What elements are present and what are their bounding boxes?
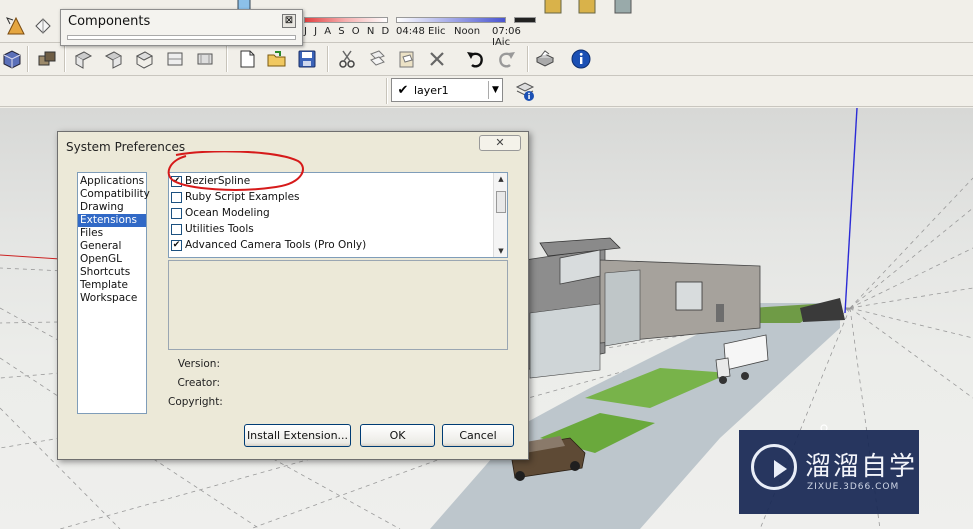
close-icon[interactable]: ⊠ bbox=[282, 14, 296, 28]
month-labels: J J A S O N D bbox=[304, 26, 392, 37]
open-folder-icon[interactable] bbox=[264, 46, 290, 72]
style-icon[interactable] bbox=[540, 0, 566, 18]
shadow-toggle-icon[interactable] bbox=[574, 0, 600, 18]
time-end-label: 07:06 IAic bbox=[492, 26, 521, 48]
category-item-files[interactable]: Files bbox=[78, 227, 146, 240]
save-icon[interactable] bbox=[294, 46, 320, 72]
extension-label: Utilities Tools bbox=[185, 223, 254, 235]
components-window[interactable]: Components ⊠ bbox=[60, 9, 303, 46]
extension-checkbox[interactable] bbox=[171, 207, 182, 219]
category-item-drawing[interactable]: Drawing bbox=[78, 201, 146, 214]
chevron-down-icon[interactable]: ▼ bbox=[488, 81, 502, 99]
layer-visible-check: ✔ bbox=[397, 82, 409, 98]
creator-label: Creator: bbox=[177, 377, 220, 389]
date-slider[interactable] bbox=[304, 17, 388, 23]
category-item-opengl[interactable]: OpenGL bbox=[78, 253, 146, 266]
extension-description-box bbox=[168, 260, 508, 350]
time-noon-label: Noon bbox=[454, 26, 481, 37]
components-progress-bar bbox=[67, 35, 296, 40]
make-component-icon[interactable] bbox=[30, 12, 56, 38]
select-arrow-icon[interactable] bbox=[2, 12, 28, 38]
section-cut-icon[interactable] bbox=[70, 46, 96, 72]
list-item[interactable]: ✔ Advanced Camera Tools (Pro Only) bbox=[169, 237, 507, 253]
section-cut-5-icon[interactable] bbox=[192, 46, 218, 72]
category-item-shortcuts[interactable]: Shortcuts bbox=[78, 266, 146, 279]
layer-dropdown[interactable]: ✔ layer1 ▼ bbox=[391, 78, 503, 102]
category-item-extensions[interactable]: Extensions bbox=[78, 214, 146, 227]
close-icon[interactable]: ✕ bbox=[479, 135, 521, 151]
list-item[interactable]: Ocean Modeling bbox=[169, 205, 507, 221]
print-icon[interactable] bbox=[532, 46, 558, 72]
category-item-general[interactable]: General bbox=[78, 240, 146, 253]
version-label: Version: bbox=[177, 358, 220, 370]
ok-button[interactable]: OK bbox=[360, 424, 435, 447]
category-item-workspace[interactable]: Workspace bbox=[78, 292, 146, 305]
paste-icon[interactable] bbox=[394, 46, 420, 72]
component-cube-icon[interactable] bbox=[0, 46, 24, 72]
watermark-logo: 溜溜自学 ZIXUE.3D66.COM bbox=[739, 430, 919, 514]
annotation-circle bbox=[167, 151, 304, 191]
category-item-compatibility[interactable]: Compatibility bbox=[78, 188, 150, 201]
copy-icon[interactable] bbox=[364, 46, 390, 72]
list-item[interactable]: Utilities Tools bbox=[169, 221, 507, 237]
group-icon[interactable] bbox=[34, 46, 60, 72]
layer-manager-icon[interactable] bbox=[512, 78, 538, 104]
category-list[interactable]: Applications Compatibility Drawing Exten… bbox=[77, 172, 150, 414]
cut-scissors-icon[interactable] bbox=[334, 46, 360, 72]
cancel-button[interactable]: Cancel bbox=[442, 424, 514, 447]
watermark-url: ZIXUE.3D66.COM bbox=[807, 482, 900, 492]
extension-checkbox[interactable] bbox=[171, 223, 182, 235]
components-window-title: Components bbox=[68, 14, 151, 29]
extension-label: Advanced Camera Tools (Pro Only) bbox=[185, 239, 367, 251]
new-file-icon[interactable] bbox=[234, 46, 260, 72]
section-cut-2-icon[interactable] bbox=[100, 46, 126, 72]
category-item-applications[interactable]: Applications bbox=[78, 175, 146, 188]
fog-icon[interactable] bbox=[610, 0, 636, 18]
extension-label: Ocean Modeling bbox=[185, 207, 270, 219]
play-logo-icon bbox=[751, 444, 797, 490]
scroll-thumb[interactable] bbox=[496, 191, 506, 213]
section-cut-3-icon[interactable] bbox=[131, 46, 157, 72]
extension-checkbox[interactable]: ✔ bbox=[171, 239, 182, 251]
scroll-up-icon[interactable]: ▲ bbox=[494, 173, 508, 185]
layer-name: layer1 bbox=[414, 83, 449, 97]
extension-checkbox[interactable] bbox=[171, 191, 182, 203]
time-slider[interactable] bbox=[396, 17, 506, 23]
redo-icon[interactable] bbox=[494, 46, 520, 72]
category-item-template[interactable]: Template bbox=[78, 279, 146, 292]
scroll-down-icon[interactable]: ▼ bbox=[494, 245, 508, 257]
model-info-icon[interactable] bbox=[568, 46, 594, 72]
shadow-settings: J J A S O N D 04:48 EIic Noon 07:06 IAic bbox=[304, 14, 540, 48]
watermark-name: 溜溜自学 bbox=[805, 452, 918, 482]
erase-delete-icon[interactable] bbox=[424, 46, 450, 72]
undo-icon[interactable] bbox=[462, 46, 488, 72]
install-extension-button[interactable]: Install Extension... bbox=[244, 424, 351, 447]
section-cut-4-icon[interactable] bbox=[162, 46, 188, 72]
extensions-scrollbar[interactable]: ▲ ▼ bbox=[493, 173, 507, 257]
copyright-label: Copyright: bbox=[168, 396, 223, 408]
time-end-slider[interactable] bbox=[514, 17, 536, 23]
time-start-label: 04:48 EIic bbox=[396, 26, 446, 37]
